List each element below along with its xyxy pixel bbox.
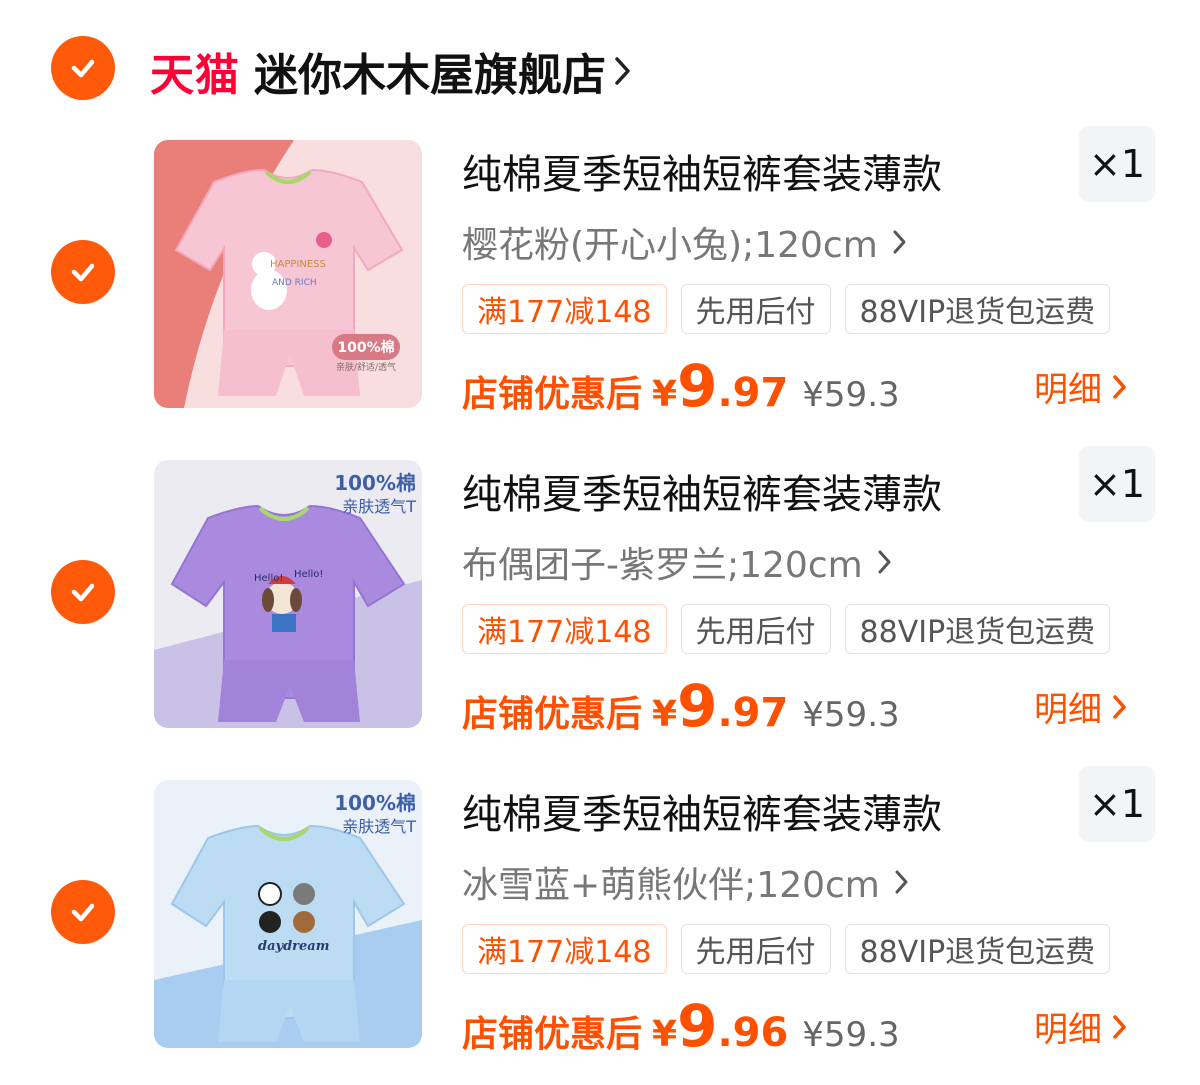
chevron-right-icon xyxy=(878,550,891,574)
cotton-badge: 100%棉 xyxy=(334,471,416,495)
currency-symbol: ¥ xyxy=(652,694,678,735)
tmall-brand-logo: 天猫 xyxy=(150,50,240,101)
product-title[interactable]: 纯棉夏季短袖短裤套装薄款 xyxy=(462,462,942,520)
store-name: 迷你木木屋旗舰店 xyxy=(254,50,606,101)
vip-return-tag: 88VIP退货包运费 xyxy=(844,604,1111,654)
promo-tag: 满177减148 xyxy=(462,284,667,334)
price-label: 店铺优惠后 xyxy=(462,374,643,415)
price-row: 店铺优惠后 ¥ 9 .97 ¥59.3 xyxy=(462,672,900,742)
product-image[interactable]: daydream 100%棉 亲肤透气T xyxy=(154,780,422,1048)
tag-list: 满177减148 先用后付 88VIP退货包运费 xyxy=(462,604,1111,654)
price-detail-link[interactable]: 明细 xyxy=(1034,362,1128,411)
price-label: 店铺优惠后 xyxy=(462,1014,643,1055)
promo-tag: 满177减148 xyxy=(462,924,667,974)
detail-label: 明细 xyxy=(1034,1010,1102,1050)
product-image[interactable]: HAPPINESS AND RICH 100%棉 亲肤/舒适/透气 xyxy=(154,140,422,408)
original-price: ¥59.3 xyxy=(802,1015,900,1055)
currency-symbol: ¥ xyxy=(652,374,678,415)
quantity-button[interactable]: ×1 xyxy=(1079,446,1155,522)
product-title[interactable]: 纯棉夏季短袖短裤套装薄款 xyxy=(462,142,942,200)
cart-item: HAPPINESS AND RICH 100%棉 亲肤/舒适/透气 纯棉夏季短袖… xyxy=(0,126,1200,440)
item-select-checkbox[interactable] xyxy=(51,880,115,944)
item-select-checkbox[interactable] xyxy=(51,240,115,304)
chevron-right-icon xyxy=(615,57,630,85)
cart-item: Hello! Hello! 100%棉 亲肤透气T 纯棉夏季短袖短裤套装薄款 ×… xyxy=(0,446,1200,760)
price-decimal: .96 xyxy=(717,1010,789,1056)
checkmark-icon xyxy=(71,903,95,922)
price-decimal: .97 xyxy=(717,370,789,416)
pay-later-tag: 先用后付 xyxy=(680,924,831,974)
cotton-badge: 100%棉 xyxy=(337,339,394,356)
vip-return-tag: 88VIP退货包运费 xyxy=(844,924,1111,974)
pay-later-tag: 先用后付 xyxy=(680,604,831,654)
quantity-button[interactable]: ×1 xyxy=(1079,126,1155,202)
price-row: 店铺优惠后 ¥ 9 .97 ¥59.3 xyxy=(462,352,900,422)
price-row: 店铺优惠后 ¥ 9 .96 ¥59.3 xyxy=(462,992,900,1062)
spec-text: 樱花粉(开心小兔);120cm xyxy=(462,225,878,266)
spec-selector[interactable]: 冰雪蓝+萌熊伙伴;120cm xyxy=(462,856,910,908)
price-integer: 9 xyxy=(677,672,718,740)
currency-symbol: ¥ xyxy=(652,1014,678,1055)
chevron-right-icon xyxy=(1113,1014,1126,1039)
product-title[interactable]: 纯棉夏季短袖短裤套装薄款 xyxy=(462,782,942,840)
spec-text: 布偶团子-紫罗兰;120cm xyxy=(462,545,863,586)
vip-return-tag: 88VIP退货包运费 xyxy=(844,284,1111,334)
chevron-right-icon xyxy=(895,870,908,894)
price-decimal: .97 xyxy=(717,690,789,736)
detail-label: 明细 xyxy=(1034,690,1102,730)
original-price: ¥59.3 xyxy=(802,375,900,415)
price-detail-link[interactable]: 明细 xyxy=(1034,682,1128,731)
cotton-badge-sub: 亲肤透气T xyxy=(342,817,416,836)
price-detail-link[interactable]: 明细 xyxy=(1034,1002,1128,1051)
cart-item: daydream 100%棉 亲肤透气T 纯棉夏季短袖短裤套装薄款 ×1 冰雪蓝… xyxy=(0,766,1200,1080)
promo-tag: 满177减148 xyxy=(462,604,667,654)
price-integer: 9 xyxy=(677,992,718,1060)
checkmark-icon xyxy=(71,59,95,78)
cotton-badge: 100%棉 xyxy=(334,791,416,815)
product-image[interactable]: Hello! Hello! 100%棉 亲肤透气T xyxy=(154,460,422,728)
detail-label: 明细 xyxy=(1034,370,1102,410)
checkmark-icon xyxy=(71,263,95,282)
quantity-button[interactable]: ×1 xyxy=(1079,766,1155,842)
cotton-badge-sub: 亲肤透气T xyxy=(342,497,416,516)
store-select-checkbox[interactable] xyxy=(51,36,115,100)
tag-list: 满177减148 先用后付 88VIP退货包运费 xyxy=(462,924,1111,974)
print-text-line: daydream xyxy=(258,939,329,954)
print-text-line: HAPPINESS xyxy=(270,259,326,270)
original-price: ¥59.3 xyxy=(802,695,900,735)
price-label: 店铺优惠后 xyxy=(462,694,643,735)
tag-list: 满177减148 先用后付 88VIP退货包运费 xyxy=(462,284,1111,334)
spec-selector[interactable]: 布偶团子-紫罗兰;120cm xyxy=(462,536,893,588)
checkmark-icon xyxy=(71,583,95,602)
item-select-checkbox[interactable] xyxy=(51,560,115,624)
print-text-line: Hello! xyxy=(294,569,323,580)
chevron-right-icon xyxy=(1113,694,1126,719)
cotton-badge-sub: 亲肤/舒适/透气 xyxy=(336,361,396,373)
price-integer: 9 xyxy=(677,352,718,420)
pay-later-tag: 先用后付 xyxy=(680,284,831,334)
chevron-right-icon xyxy=(893,230,906,254)
print-text-line: Hello! xyxy=(254,573,283,584)
spec-text: 冰雪蓝+萌熊伙伴;120cm xyxy=(462,865,880,906)
print-text-line: AND RICH xyxy=(272,278,317,288)
spec-selector[interactable]: 樱花粉(开心小兔);120cm xyxy=(462,216,908,268)
store-header-link[interactable]: 天猫 迷你木木屋旗舰店 xyxy=(150,38,634,104)
chevron-right-icon xyxy=(1113,374,1126,399)
